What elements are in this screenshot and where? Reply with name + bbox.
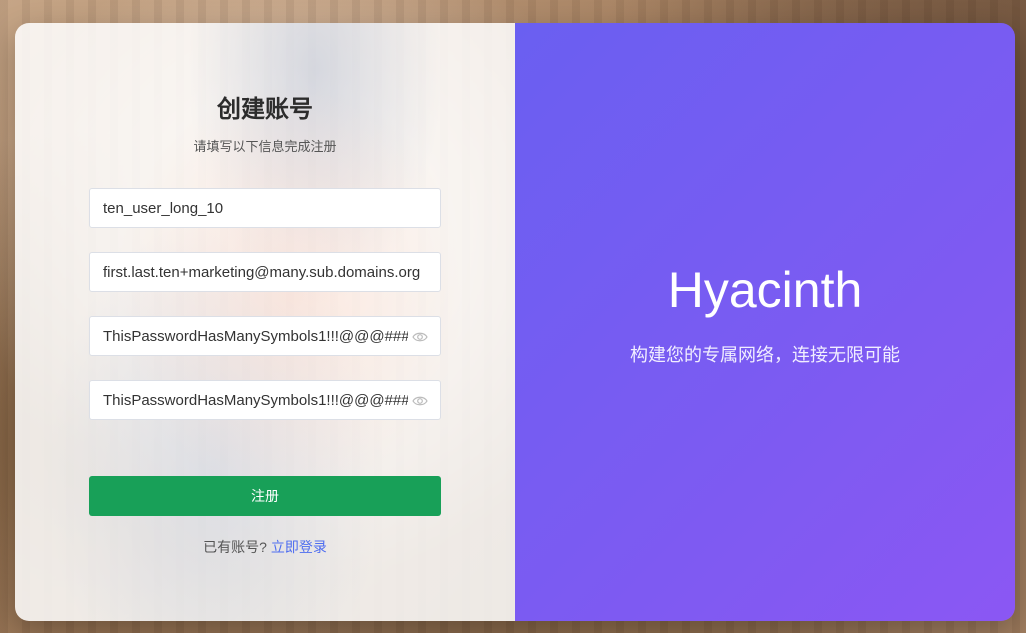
email-input[interactable] xyxy=(103,263,427,281)
brand-panel: Hyacinth 构建您的专属网络，连接无限可能 xyxy=(515,23,1015,621)
email-field[interactable] xyxy=(89,252,441,292)
register-button[interactable]: 注册 xyxy=(89,476,441,516)
brand-name: Hyacinth xyxy=(667,262,863,318)
login-prompt: 已有账号? 立即登录 xyxy=(15,537,515,557)
password-input[interactable] xyxy=(103,327,408,345)
page-subtitle: 请填写以下信息完成注册 xyxy=(193,139,337,154)
confirm-password-input[interactable] xyxy=(103,391,408,409)
confirm-password-field[interactable] xyxy=(89,380,441,420)
register-panel: 创建账号 请填写以下信息完成注册 ten_user_long_10 first.… xyxy=(15,23,515,621)
username-input[interactable] xyxy=(103,199,427,217)
eye-icon[interactable] xyxy=(412,330,428,344)
username-field[interactable] xyxy=(89,188,441,228)
password-field[interactable] xyxy=(89,316,441,356)
page-title: 创建账号 xyxy=(217,96,313,123)
has-account-text: 已有账号? xyxy=(203,539,267,555)
brand-slogan: 构建您的专属网络，连接无限可能 xyxy=(630,345,900,365)
eye-icon[interactable] xyxy=(412,394,428,408)
register-card: 创建账号 请填写以下信息完成注册 ten_user_long_10 first.… xyxy=(15,23,1015,621)
login-link[interactable]: 立即登录 xyxy=(271,539,327,555)
